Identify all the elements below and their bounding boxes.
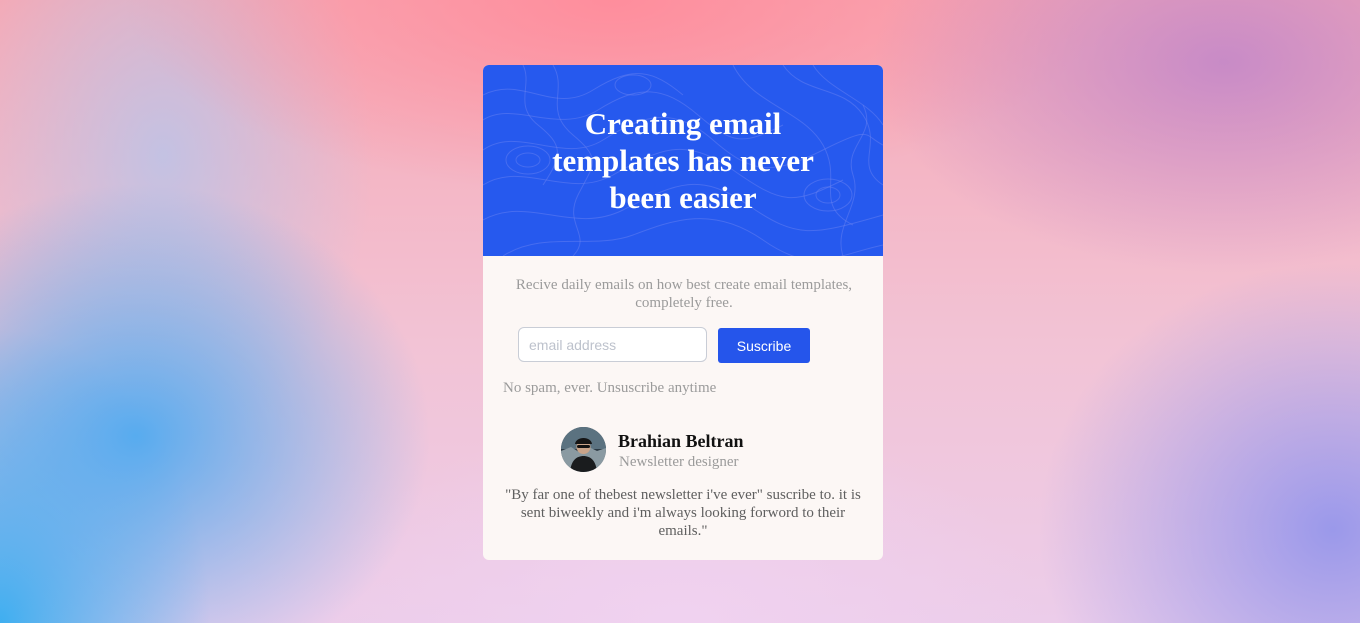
newsletter-card: Creating email templates has never been … (483, 65, 883, 560)
email-input[interactable] (518, 327, 707, 362)
avatar (561, 427, 606, 472)
no-spam-note: No spam, ever. Unsuscribe anytime (503, 380, 717, 396)
testimonial-author: Brahian Beltran Newsletter designer (561, 427, 821, 473)
testimonial-quote: "By far one of thebest newsletter i've e… (505, 487, 861, 539)
author-name: Brahian Beltran (618, 431, 744, 451)
hero-banner: Creating email templates has never been … (483, 65, 883, 256)
hero-title: Creating email templates has never been … (552, 106, 814, 215)
person-photo-icon (561, 427, 606, 472)
subscribe-button[interactable]: Suscribe (718, 328, 810, 363)
description-text: Recive daily emails on how best create e… (515, 277, 853, 311)
author-role: Newsletter designer (619, 454, 739, 470)
